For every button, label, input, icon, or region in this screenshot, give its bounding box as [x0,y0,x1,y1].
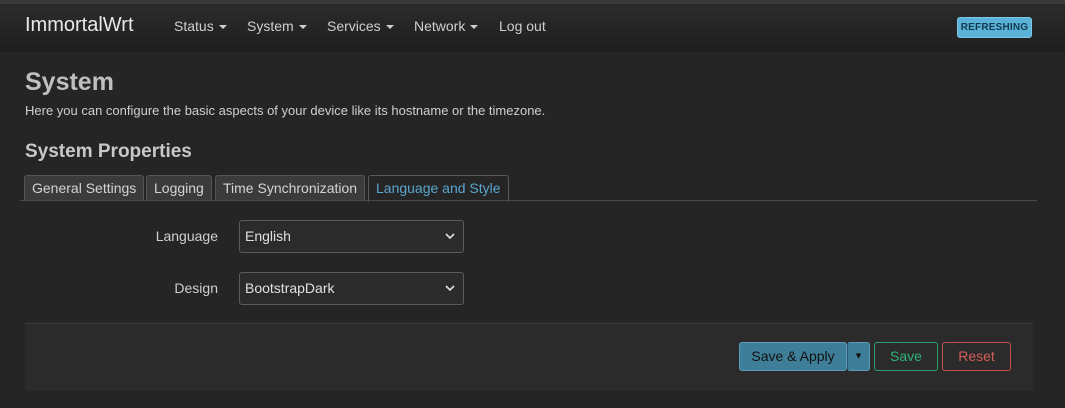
nav-item-label: Status [174,18,214,34]
nav-item-label: System [247,18,294,34]
caret-down-icon [385,25,394,30]
language-label: Language [155,228,218,244]
top-navbar: ImmortalWrt Status System Services Netwo… [0,0,1065,52]
save-button[interactable]: Save [874,342,938,371]
caret-down-icon: ▾ [855,350,862,362]
caret-down-icon [470,25,479,30]
tab-logging[interactable]: Logging [146,175,212,201]
nav-logout-link[interactable]: Log out [499,18,546,34]
reset-button[interactable]: Reset [942,342,1011,371]
save-apply-dropdown-button[interactable]: ▾ [847,342,870,371]
nav-status-menu[interactable]: Status [174,18,227,34]
nav-item-label: Services [327,18,381,34]
caret-down-icon [298,25,307,30]
tab-time-synchronization[interactable]: Time Synchronization [215,175,366,201]
design-select[interactable]: BootstrapDark [239,272,464,305]
nav-network-menu[interactable]: Network [414,18,479,34]
tab-language-and-style[interactable]: Language and Style [368,175,509,202]
brand-logo[interactable]: ImmortalWrt [25,14,134,37]
tab-general-settings[interactable]: General Settings [24,175,145,201]
design-label: Design [174,280,218,296]
page-description: Here you can configure the basic aspects… [25,103,546,118]
caret-down-icon [218,25,227,30]
page-title: System [25,68,114,96]
nav-item-label: Network [414,18,466,34]
section-title: System Properties [25,141,192,162]
chevron-down-icon [445,285,455,292]
language-select[interactable]: English [239,220,464,253]
tab-divider [20,200,1037,201]
nav-system-menu[interactable]: System [247,18,307,34]
nav-item-label: Log out [499,18,546,34]
language-select-value: English [245,228,291,244]
chevron-down-icon [445,233,455,240]
design-select-value: BootstrapDark [245,280,335,296]
nav-services-menu[interactable]: Services [327,18,394,34]
save-apply-button[interactable]: Save & Apply [739,342,847,371]
status-badge: REFRESHING [957,17,1032,38]
